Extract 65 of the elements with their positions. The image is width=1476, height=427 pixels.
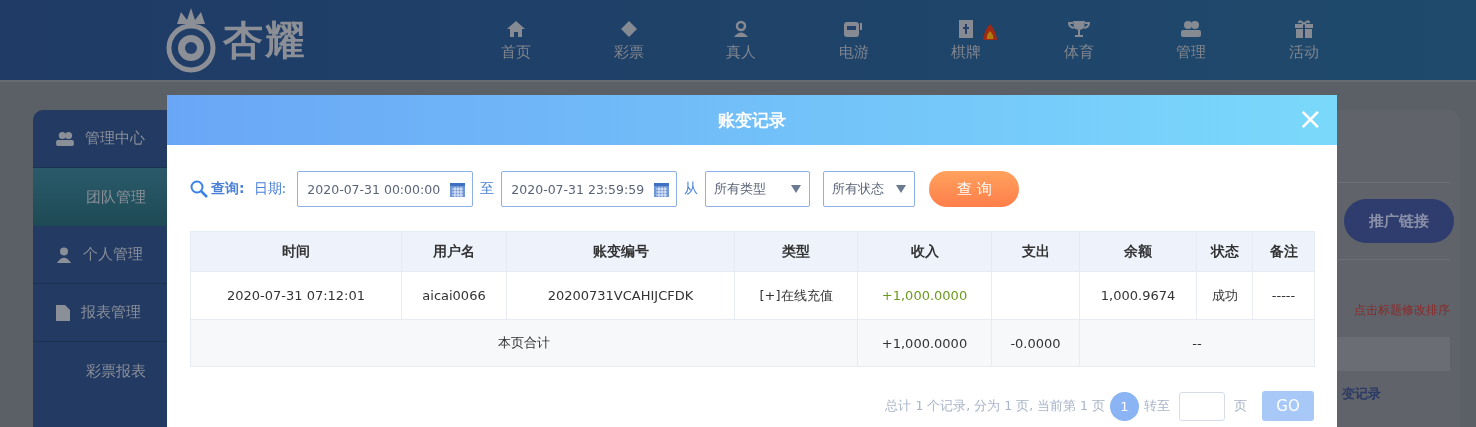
query-label: 查询: <box>211 180 245 198</box>
table-cell: 20200731VCAHIJCFDK <box>506 271 735 320</box>
to-label: 至 <box>480 180 495 198</box>
query-button[interactable]: 查 询 <box>929 171 1020 207</box>
people-icon <box>1180 19 1203 38</box>
slot-machine-icon <box>842 19 865 38</box>
sort-hint: 点击标题修改排序 <box>1354 302 1450 319</box>
table-cell: ----- <box>1252 271 1315 320</box>
person-icon <box>732 19 751 38</box>
logo-text: 杏耀 <box>223 15 307 65</box>
end-date-field[interactable]: 2020-07-31 23:59:59 <box>501 171 678 207</box>
start-date-field[interactable]: 2020-07-31 00:00:00 <box>297 171 474 207</box>
nav-item[interactable]: 管理 <box>1135 18 1248 62</box>
dropdown-caret-icon <box>896 185 907 193</box>
table-cell: 成功 <box>1196 271 1253 320</box>
table-cell: aicai0066 <box>401 271 507 320</box>
table-cell: 1,000.9674 <box>1079 271 1197 320</box>
column-header: 支出 <box>991 231 1080 272</box>
goto-label: 转至 <box>1144 397 1170 415</box>
table-cell: 2020-07-31 07:12:01 <box>190 271 402 320</box>
table-cell: +1,000.0000 <box>857 319 992 367</box>
nav-item[interactable]: 电游 <box>797 18 910 62</box>
nav-item[interactable]: 彩票 <box>572 18 685 62</box>
column-header: 用户名 <box>401 231 507 272</box>
nav-item[interactable]: 棋牌 <box>910 18 1023 62</box>
type-dropdown[interactable]: 所有类型 <box>705 171 811 207</box>
modal-title: 账变记录 <box>718 108 786 132</box>
column-header: 账变编号 <box>506 231 735 272</box>
table-cell: +1,000.0000 <box>857 271 992 320</box>
column-header: 余额 <box>1079 231 1197 272</box>
table-cell: -0.0000 <box>991 319 1080 367</box>
nav-item[interactable]: 首页 <box>460 18 573 62</box>
calendar-icon <box>449 180 467 198</box>
column-header: 时间 <box>190 231 402 272</box>
calendar-icon <box>653 180 671 198</box>
table-cell: 本页合计 <box>190 319 858 367</box>
page-button[interactable]: 1 <box>1110 391 1139 421</box>
nav-item[interactable]: 体育 <box>1022 18 1135 62</box>
status-dropdown[interactable]: 所有状态 <box>823 171 916 207</box>
column-header: 状态 <box>1196 231 1253 272</box>
nav-item[interactable]: 真人 <box>685 18 798 62</box>
close-button[interactable]: × <box>1295 105 1325 133</box>
pagination-summary: 总计 1 个记录, 分为 1 页, 当前第 1 页 <box>885 397 1105 415</box>
tile-icon <box>958 18 975 39</box>
go-button[interactable]: GO <box>1262 391 1314 421</box>
column-header: 备注 <box>1252 231 1315 272</box>
promo-link-button[interactable]: 推广链接 <box>1344 199 1454 243</box>
from-label: 从 <box>684 180 699 198</box>
home-icon <box>506 19 527 38</box>
date-label: 日期: <box>253 180 287 198</box>
page-unit-label: 页 <box>1234 397 1247 415</box>
dropdown-caret-icon <box>791 185 802 193</box>
page-input[interactable] <box>1179 391 1225 421</box>
document-icon <box>55 303 71 322</box>
diamond-icon <box>619 19 638 38</box>
people-icon <box>55 130 75 147</box>
search-icon <box>190 180 208 198</box>
gift-icon <box>1293 18 1314 39</box>
person-icon <box>55 246 73 263</box>
trophy-icon <box>1067 19 1090 38</box>
table-cell: -- <box>1079 319 1315 367</box>
column-header: 类型 <box>734 231 858 272</box>
table-cell: [+]在线充值 <box>734 271 858 320</box>
column-header: 收入 <box>857 231 992 272</box>
nav-item[interactable]: 活动 <box>1247 18 1360 62</box>
